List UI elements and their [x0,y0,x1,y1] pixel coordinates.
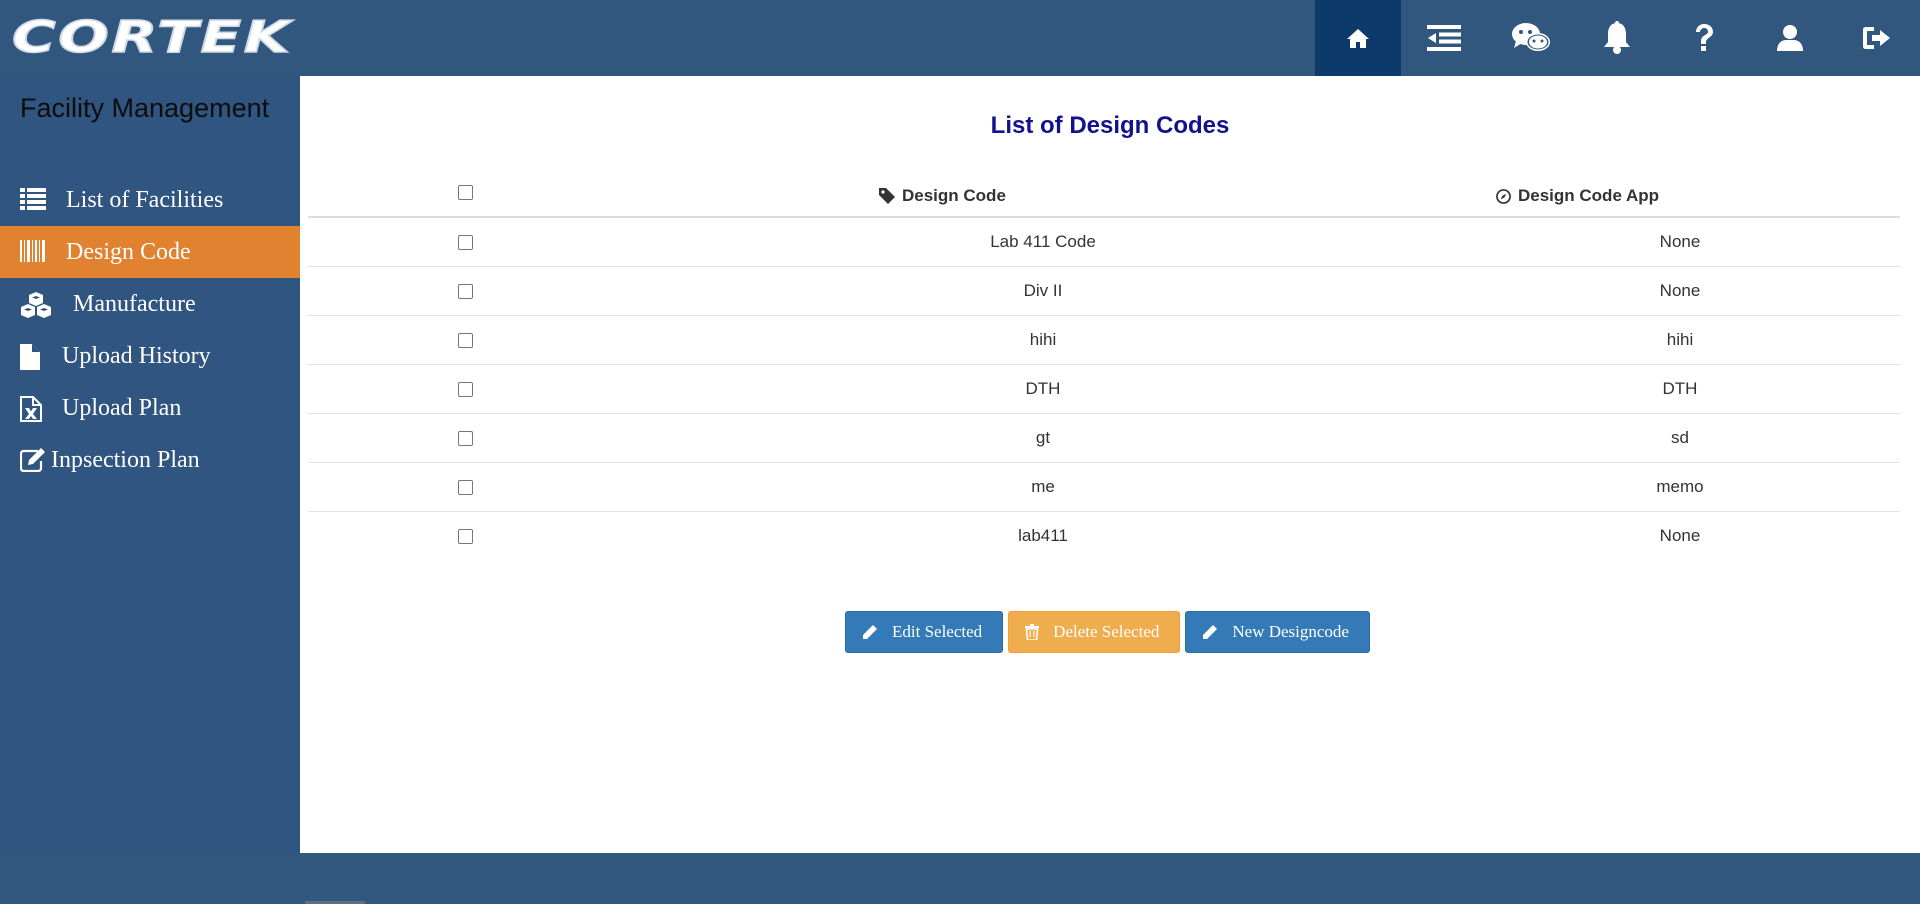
edit-selected-button[interactable]: Edit Selected [845,611,1004,653]
design-code-app-cell: hihi [1666,330,1694,349]
cubes-icon [20,292,51,318]
sidebar-item-inspection-plan[interactable]: Inpsection Plan [0,434,300,486]
table-row[interactable]: Div II None [308,267,1900,316]
sidebar-item-label: Upload Plan [62,395,182,421]
design-code-cell: gt [1035,428,1051,447]
sign-out-button[interactable] [1834,0,1920,76]
row-checkbox[interactable] [458,333,473,348]
help-button[interactable] [1661,0,1748,76]
table-row[interactable]: me memo [308,463,1900,512]
page-title: List of Design Codes [990,112,1230,139]
design-code-cell: Lab 411 Code [990,232,1096,251]
design-code-cell: lab411 [1018,526,1068,545]
sign-out-icon [1862,27,1890,49]
top-navbar: CORTEK [0,0,1920,76]
design-code-app-cell: sd [1671,428,1689,447]
sidebar-title: Facility Management [20,93,270,123]
trash-icon [1025,624,1040,640]
design-code-cell: me [1031,477,1055,496]
sidebar-item-label: List of Facilities [66,187,224,213]
table-row[interactable]: Lab 411 Code None [308,218,1900,267]
sidebar-item-manufacture[interactable]: Manufacture [0,278,300,330]
design-code-app-cell: None [1659,526,1701,545]
sidebar-item-upload-plan[interactable]: Upload Plan [0,382,300,434]
sidebar-item-design-code[interactable]: Design Code [0,226,300,278]
design-code-cell: hihi [1029,330,1057,349]
sidebar-item-upload-history[interactable]: Upload History [0,330,300,382]
help-icon [1695,24,1713,51]
home-button[interactable] [1314,0,1401,76]
select-all-checkbox[interactable] [458,185,473,200]
sidebar-item-list-of-facilities[interactable]: List of Facilities [0,174,300,226]
sidebar: Facility Management List of Facilities D… [0,76,300,853]
table-row[interactable]: hihi hihi [308,316,1900,365]
design-code-cell: Div II [1023,281,1063,300]
table-row[interactable]: lab411 None [308,512,1900,561]
delete-selected-button[interactable]: Delete Selected [1008,611,1181,653]
wechat-icon [1511,23,1550,51]
logo-text: CORTEK [11,12,293,63]
menu-collapse-icon [1427,25,1462,51]
design-code-app-cell: None [1659,281,1701,300]
cortek-logo[interactable]: CORTEK [11,15,291,61]
table-header: Design Code Design Code App [308,176,1900,218]
sidebar-item-label: Design Code [66,239,191,265]
notifications-button[interactable] [1574,0,1661,76]
row-checkbox[interactable] [458,382,473,397]
row-checkbox[interactable] [458,235,473,250]
column-header-design-code[interactable]: Design Code [879,186,1006,206]
design-code-cell: DTH [1025,379,1061,398]
design-codes-table: Design Code Design Code App Lab 411 Code… [308,176,1900,561]
file-excel-icon [20,396,48,422]
table-row[interactable]: gt sd [308,414,1900,463]
user-profile-button[interactable] [1747,0,1834,76]
barcode-icon [20,240,48,264]
user-icon [1777,25,1804,51]
new-designcode-button[interactable]: New Designcode [1185,611,1370,653]
bell-icon [1604,21,1631,54]
edit-icon [19,448,48,473]
file-icon [20,344,48,370]
wechat-button[interactable] [1488,0,1575,76]
sidebar-item-label: Manufacture [73,291,196,317]
footer-bar [0,853,1920,904]
row-checkbox[interactable] [458,529,473,544]
pencil-icon [863,625,877,639]
design-code-app-cell: memo [1656,477,1704,496]
row-checkbox[interactable] [458,480,473,495]
list-icon [20,188,48,212]
main-content: List of Design Codes Design Code Design … [300,76,1920,853]
row-checkbox[interactable] [458,431,473,446]
sidebar-item-label: Upload History [62,343,211,369]
sidebar-item-label: Inpsection Plan [51,447,200,473]
row-checkbox[interactable] [458,284,473,299]
action-buttons: Edit Selected Delete Selected New Design… [845,611,1370,653]
pencil-icon [1203,625,1218,639]
column-header-design-code-app[interactable]: Design Code App [1496,186,1659,206]
design-code-app-cell: DTH [1662,379,1698,398]
home-icon [1346,29,1369,48]
compass-icon [1496,188,1511,204]
nav-icon-bar [1314,0,1920,76]
menu-collapse-button[interactable] [1401,0,1488,76]
design-code-app-cell: None [1659,232,1701,251]
table-row[interactable]: DTH DTH [308,365,1900,414]
tag-icon [879,188,895,204]
